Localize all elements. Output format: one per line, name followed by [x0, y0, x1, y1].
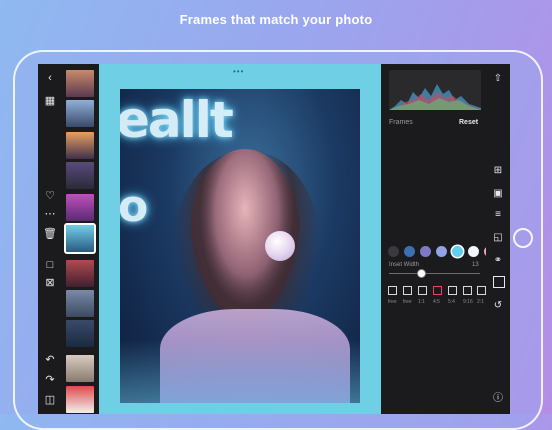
- thumbnail[interactable]: [66, 194, 94, 221]
- color-swatch[interactable]: [388, 246, 399, 257]
- info-icon[interactable]: ⓘ: [491, 392, 505, 406]
- gum-bubble: [265, 231, 295, 261]
- thumbnail[interactable]: [66, 320, 94, 347]
- undo-icon[interactable]: ↶: [43, 353, 57, 367]
- left-toolbar: ‹ ▦ ♡ ⋯ 🗑 □ ⊠ ↶ ↷ ◫: [38, 64, 62, 414]
- color-mix-icon[interactable]: ⚭: [491, 254, 505, 268]
- neon-glow: [120, 339, 360, 403]
- neon-sign: o: [120, 181, 149, 232]
- section-label: Frames: [389, 119, 413, 126]
- crop-icon[interactable]: ⊞: [491, 164, 505, 178]
- color-swatch[interactable]: [468, 246, 479, 257]
- share-icon[interactable]: ⇧: [491, 72, 505, 86]
- slider-value: 13: [472, 262, 479, 268]
- trash-icon[interactable]: 🗑: [43, 227, 57, 241]
- color-swatch[interactable]: [420, 246, 431, 257]
- slider-label: Inset Width: [389, 262, 420, 268]
- headline: Frames that match your photo: [179, 12, 373, 27]
- thumbnail[interactable]: [66, 260, 94, 287]
- right-toolbar: ⇧ ⊞ ▣ ≡ ◱ ⚭ ↺ ⓘ: [486, 64, 510, 414]
- redo-icon[interactable]: ↷: [43, 373, 57, 387]
- ratio-label: 1:1: [418, 299, 425, 305]
- thumbnail[interactable]: [66, 386, 94, 413]
- photo: eallt o: [120, 89, 360, 403]
- frame-canvas[interactable]: ••• eallt o: [99, 64, 381, 414]
- back-icon[interactable]: ‹: [43, 71, 57, 85]
- ratio-label: free: [388, 299, 397, 305]
- thumbnail[interactable]: [66, 355, 94, 382]
- inset-width-slider[interactable]: [389, 273, 480, 274]
- history-icon[interactable]: ↺: [491, 299, 505, 313]
- thumbnail[interactable]: [66, 132, 94, 159]
- ratio-5-4-button[interactable]: [448, 286, 457, 295]
- curves-icon[interactable]: ◱: [491, 231, 505, 245]
- sliders-icon[interactable]: ≡: [491, 208, 505, 222]
- thumbnail[interactable]: [66, 100, 94, 127]
- slider-knob[interactable]: [417, 269, 426, 278]
- reject-icon[interactable]: ⊠: [43, 276, 57, 290]
- ratio-label: 9:16: [463, 299, 473, 305]
- ratio-label: free: [403, 299, 412, 305]
- ratio-free-button[interactable]: [388, 286, 397, 295]
- ratio-4-5-button[interactable]: [433, 286, 442, 295]
- reset-button[interactable]: Reset: [459, 119, 478, 126]
- histogram-chart: [389, 84, 481, 110]
- histogram: [389, 70, 481, 110]
- filmstrip: [64, 68, 96, 414]
- thumbnail[interactable]: [66, 162, 94, 189]
- frames-panel: Frames Reset Inset Width 13 free free 1:…: [381, 64, 495, 414]
- ratio-label: 4:5: [433, 299, 440, 305]
- split-view-icon[interactable]: ◫: [43, 393, 57, 407]
- thumbnail[interactable]: [66, 70, 94, 97]
- color-swatch-selected[interactable]: [452, 246, 463, 257]
- ratio-9-16-button[interactable]: [463, 286, 472, 295]
- ratio-2-1-button[interactable]: [477, 286, 486, 295]
- comment-icon[interactable]: □: [43, 258, 57, 272]
- ratio-free-alt-button[interactable]: [403, 286, 412, 295]
- heart-icon[interactable]: ♡: [43, 189, 57, 203]
- frame-icon[interactable]: [493, 276, 505, 288]
- neon-sign: eallt: [120, 91, 234, 149]
- home-button: [513, 228, 533, 248]
- compare-icon[interactable]: ▦: [43, 94, 57, 108]
- more-icon[interactable]: ⋯: [43, 207, 57, 221]
- ratio-label: 5:4: [448, 299, 455, 305]
- ratio-label: 2:1: [477, 299, 484, 305]
- ratio-1-1-button[interactable]: [418, 286, 427, 295]
- color-swatch[interactable]: [436, 246, 447, 257]
- thumbnail[interactable]: [66, 290, 94, 317]
- thumbnail-selected[interactable]: [64, 223, 96, 254]
- adjust-icon[interactable]: ▣: [491, 187, 505, 201]
- color-swatch[interactable]: [404, 246, 415, 257]
- drag-handle-icon[interactable]: •••: [233, 67, 244, 76]
- app-screen: ‹ ▦ ♡ ⋯ 🗑 □ ⊠ ↶ ↷ ◫ ••• eallt o Frames R…: [38, 64, 510, 414]
